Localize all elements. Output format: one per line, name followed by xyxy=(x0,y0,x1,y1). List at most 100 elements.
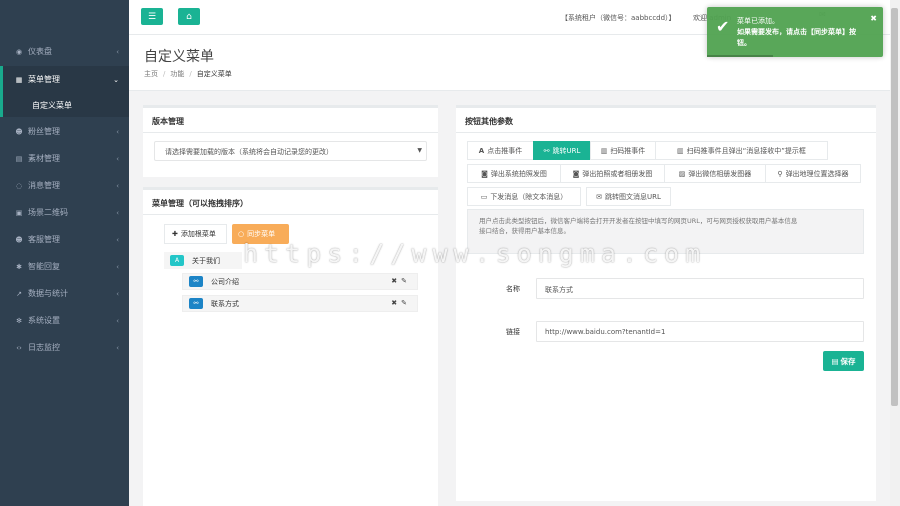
plus-icon: ✚ xyxy=(172,230,178,238)
sidebar-item-label: 素材管理 xyxy=(28,154,60,163)
row-actions: ✖✎ xyxy=(391,299,411,307)
sidebar-item-messages[interactable]: ◌ 消息管理 ‹ xyxy=(0,172,129,199)
sidebar-subitem-custom-menu[interactable]: 自定义菜单 xyxy=(0,93,129,117)
font-icon: A xyxy=(478,146,485,155)
tab-click-event[interactable]: A 点击推事件 xyxy=(467,141,534,160)
version-select-value: 请选择需要加载的版本（系统将会自动记录您的更改） xyxy=(165,148,333,156)
home-button[interactable]: ⌂ xyxy=(178,8,200,25)
sidebar-item-logs[interactable]: ‹› 日志监控 ‹ xyxy=(0,334,129,361)
map-marker-icon: ⚲ xyxy=(777,169,783,178)
chevron-left-icon: ‹ xyxy=(116,289,119,298)
menu-item-label: 联系方式 xyxy=(211,299,239,308)
sidebar-item-label: 消息管理 xyxy=(28,181,60,190)
tab-send-message[interactable]: ▭ 下发消息（除文本消息） xyxy=(467,187,581,206)
menu-item-label: 关于我们 xyxy=(192,256,220,265)
refresh-icon: ○ xyxy=(238,230,245,238)
name-label: 名称 xyxy=(506,285,520,293)
chevron-left-icon: ‹ xyxy=(116,127,119,136)
tab-label: 下发消息（除文本消息） xyxy=(490,192,568,201)
sidebar-item-qrcode[interactable]: ▣ 场景二维码 ‹ xyxy=(0,199,129,226)
sidebar-item-fans[interactable]: ☻ 粉丝管理 ‹ xyxy=(0,118,129,145)
menu-grid-icon: ▦ xyxy=(15,75,23,84)
tab-label: 扫码推事件且弹出“消息接收中”提示框 xyxy=(686,146,806,155)
sidebar-item-label: 粉丝管理 xyxy=(28,127,60,136)
tab-label: 弹出系统拍照发图 xyxy=(490,169,547,178)
tab-photo-or-album[interactable]: ◙ 弹出拍照或者相册发图 xyxy=(560,164,665,183)
menu-item-sub[interactable]: ⚯ 公司介绍 ✖✎ xyxy=(182,273,418,290)
watermark: https://www.songma.com xyxy=(243,239,707,268)
breadcrumb-current: 自定义菜单 xyxy=(196,70,232,78)
tab-label: 弹出地理位置选择器 xyxy=(785,169,849,178)
headset-icon: ☻ xyxy=(15,235,23,244)
version-panel-title: 版本管理 xyxy=(143,108,438,133)
tab-scan-push[interactable]: ▥ 扫码推事件 xyxy=(590,141,656,160)
chat-icon: ◌ xyxy=(15,181,23,190)
tab-label: 跳转URL xyxy=(552,146,581,155)
tab-label: 弹出拍照或者相册发图 xyxy=(582,169,653,178)
sidebar-item-statistics[interactable]: ↗ 数据与统计 ‹ xyxy=(0,280,129,307)
sidebar-item-label: 日志监控 xyxy=(28,343,60,352)
description-line: 接口结合，获得用户基本信息。 xyxy=(479,227,570,235)
users-icon: ☻ xyxy=(15,127,23,136)
chevron-left-icon: ‹ xyxy=(116,208,119,217)
edit-icon[interactable]: ✎ xyxy=(401,299,411,307)
sidebar-toggle-button[interactable]: ☰ xyxy=(141,8,163,25)
link-icon: ⚯ xyxy=(543,146,550,155)
code-icon: ‹› xyxy=(16,343,22,352)
add-root-menu-button[interactable]: ✚ 添加根菜单 xyxy=(164,224,227,244)
scrollbar-thumb[interactable] xyxy=(891,8,898,406)
system-account-info: 【系统租户（微信号：aabbccdd）】 xyxy=(561,14,676,22)
save-button[interactable]: ▤ 保存 xyxy=(823,351,864,371)
home-icon: ⌂ xyxy=(186,11,192,22)
tab-scan-push-wait[interactable]: ▥ 扫码推事件且弹出“消息接收中”提示框 xyxy=(655,141,828,160)
sidebar-item-label: 系统设置 xyxy=(28,316,60,325)
sidebar-item-label: 客服管理 xyxy=(28,235,60,244)
tab-jump-url[interactable]: ⚯ 跳转URL xyxy=(533,141,591,160)
params-panel-title: 按钮其他参数 xyxy=(456,108,876,133)
chevron-left-icon: ‹ xyxy=(116,262,119,271)
sidebar-item-customer-service[interactable]: ☻ 客服管理 ‹ xyxy=(0,226,129,253)
version-select[interactable]: 请选择需要加载的版本（系统将会自动记录您的更改） ▼ xyxy=(154,141,427,161)
qrcode-icon: ▣ xyxy=(15,208,23,217)
sidebar-item-materials[interactable]: ▤ 素材管理 ‹ xyxy=(0,145,129,172)
sidebar-item-dashboard[interactable]: ◉ 仪表盘 ‹ xyxy=(0,38,129,65)
success-toast[interactable]: ✔ ✖ 菜单已添加。 如果需要发布，请点击【同步菜单】按 钮。 xyxy=(707,7,883,57)
name-input-value: 联系方式 xyxy=(545,286,573,294)
toast-line: 如果需要发布，请点击【同步菜单】按 xyxy=(737,28,856,36)
tab-news-url[interactable]: ✉ 跳转图文消息URL xyxy=(586,187,671,206)
save-label: 保存 xyxy=(840,356,856,366)
sidebar-item-settings[interactable]: ✻ 系统设置 ‹ xyxy=(0,307,129,334)
tab-location-picker[interactable]: ⚲ 弹出地理位置选择器 xyxy=(765,164,861,183)
image-icon: ▨ xyxy=(678,169,686,178)
close-icon[interactable]: ✖ xyxy=(870,13,877,24)
link-label: 链接 xyxy=(506,328,520,336)
edit-icon[interactable]: ✎ xyxy=(401,277,411,285)
toast-line: 菜单已添加。 xyxy=(737,17,779,25)
tab-label: 扫码推事件 xyxy=(610,146,646,155)
chevron-left-icon: ‹ xyxy=(116,47,119,56)
menu-item-sub[interactable]: ⚯ 联系方式 ✖✎ xyxy=(182,295,418,312)
link-type-icon: ⚯ xyxy=(189,298,203,309)
add-root-menu-label: 添加根菜单 xyxy=(180,230,216,238)
barcode-icon: ▥ xyxy=(600,146,608,155)
chevron-left-icon: ‹ xyxy=(116,154,119,163)
sidebar-item-smart-reply[interactable]: ✱ 智能回复 ‹ xyxy=(0,253,129,280)
tab-wechat-album[interactable]: ▨ 弹出微信相册发图器 xyxy=(664,164,766,183)
delete-icon[interactable]: ✖ xyxy=(391,277,401,285)
keyboard-icon: ▭ xyxy=(480,192,488,201)
envelope-icon: ✉ xyxy=(596,192,602,201)
sidebar-item-menu-management[interactable]: ▦ 菜单管理 ⌄ xyxy=(0,66,129,93)
breadcrumb: 主页 / 功能 / 自定义菜单 xyxy=(144,70,232,78)
page-title: 自定义菜单 xyxy=(144,48,214,64)
breadcrumb-function[interactable]: 功能 xyxy=(170,70,184,78)
delete-icon[interactable]: ✖ xyxy=(391,299,401,307)
link-input[interactable]: http://www.baidu.com?tenantId=1 xyxy=(536,321,864,342)
description-line: 用户点击此类型按钮后，微信客户端将会打开开发者在按钮中填写的网页URL，可与网页… xyxy=(479,217,798,225)
chevron-left-icon: ‹ xyxy=(116,316,119,325)
name-input[interactable]: 联系方式 xyxy=(536,278,864,299)
breadcrumb-home[interactable]: 主页 xyxy=(144,70,158,78)
chevron-left-icon: ‹ xyxy=(116,343,119,352)
tab-system-photo[interactable]: ◙ 弹出系统拍照发图 xyxy=(467,164,561,183)
menu-item-root[interactable]: A 关于我们 xyxy=(164,252,242,269)
row-actions: ✖✎ xyxy=(391,277,411,285)
